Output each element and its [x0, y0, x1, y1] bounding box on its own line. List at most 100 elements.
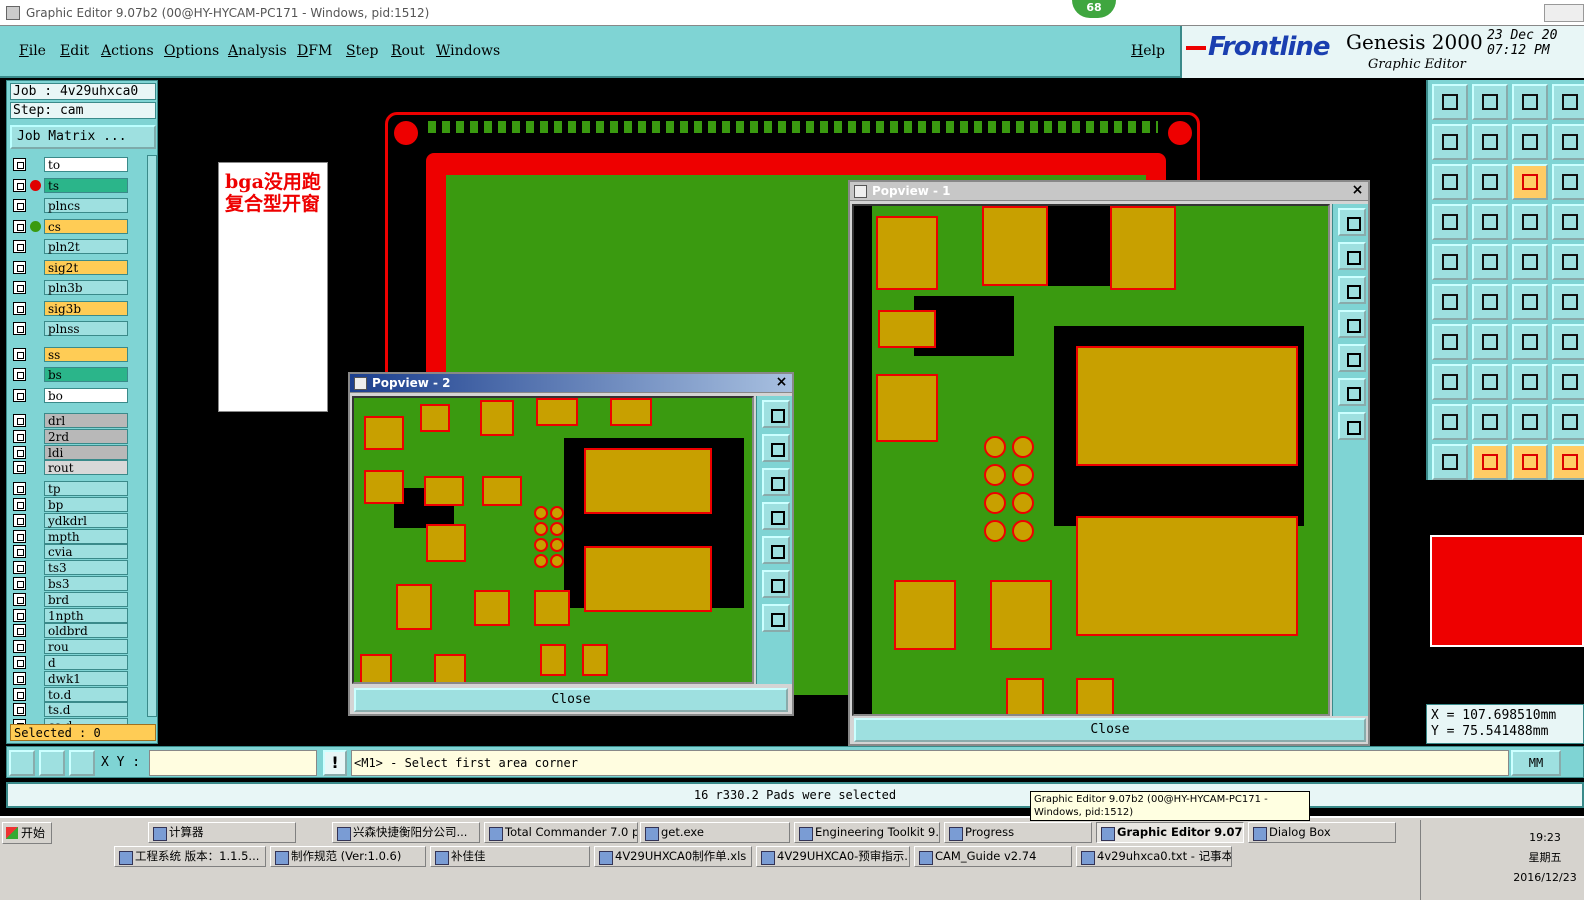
- tool-button[interactable]: [1472, 204, 1508, 240]
- layer-name[interactable]: rou: [44, 639, 128, 655]
- popview-1-window[interactable]: Popview - 1 × Close: [848, 180, 1370, 746]
- zoom-in-icon[interactable]: [1338, 208, 1366, 236]
- layer-checkbox[interactable]: [13, 624, 26, 638]
- layer-checkbox[interactable]: [13, 301, 26, 315]
- popview-1-title-bar[interactable]: Popview - 1 ×: [850, 182, 1368, 201]
- layer-name[interactable]: ts3: [44, 560, 128, 576]
- tool-button[interactable]: [1432, 204, 1468, 240]
- pan-up-icon[interactable]: [1338, 242, 1366, 270]
- layer-name[interactable]: bs: [44, 367, 128, 382]
- tool-button[interactable]: [1552, 364, 1584, 400]
- snap-mode-icon[interactable]: [9, 750, 35, 776]
- popview-2-canvas[interactable]: [352, 396, 754, 684]
- zoom-out-icon[interactable]: [1338, 378, 1366, 406]
- layer-name[interactable]: tp: [44, 481, 128, 497]
- layer-checkbox[interactable]: [13, 178, 26, 192]
- layer-checkbox[interactable]: [13, 671, 26, 685]
- taskbar-item[interactable]: 兴森快捷衡阳分公司...: [332, 822, 480, 843]
- units-button[interactable]: MM: [1511, 750, 1561, 776]
- layer-name[interactable]: pln3b: [44, 280, 128, 295]
- layer-row[interactable]: cs: [10, 218, 130, 234]
- popview-1-close-button[interactable]: Close: [854, 718, 1366, 742]
- layer-row[interactable]: to: [10, 157, 130, 172]
- tool-button[interactable]: [1472, 244, 1508, 280]
- layer-row[interactable]: ss: [10, 346, 130, 362]
- layer-name[interactable]: pln2t: [44, 239, 128, 254]
- layer-name[interactable]: to: [44, 157, 128, 172]
- layer-checkbox[interactable]: [13, 529, 26, 543]
- menu-actions[interactable]: Actions: [101, 43, 154, 59]
- layer-checkbox[interactable]: [13, 577, 26, 590]
- tool-button[interactable]: [1552, 84, 1584, 120]
- layer-row[interactable]: sig2t: [10, 259, 130, 275]
- close-icon[interactable]: ×: [774, 375, 789, 390]
- layer-row[interactable]: d: [10, 655, 130, 670]
- tool-button[interactable]: [1432, 324, 1468, 360]
- layer-row[interactable]: rou: [10, 639, 130, 655]
- taskbar-item[interactable]: Engineering Toolkit 9.0...: [794, 822, 940, 843]
- grid-icon[interactable]: [69, 750, 95, 776]
- tool-button[interactable]: [1432, 364, 1468, 400]
- popview-1-canvas[interactable]: [852, 204, 1330, 716]
- tool-button[interactable]: [1432, 284, 1468, 320]
- alert-button[interactable]: !: [323, 750, 347, 776]
- layer-row[interactable]: 2rd: [10, 428, 130, 444]
- tool-button[interactable]: [1512, 124, 1548, 160]
- menu-step[interactable]: Step: [346, 43, 378, 59]
- tool-button[interactable]: [1552, 204, 1584, 240]
- fit-view-icon[interactable]: [1338, 412, 1366, 440]
- layer-row[interactable]: plnss: [10, 321, 130, 336]
- tool-button[interactable]: [1552, 404, 1584, 440]
- pan-down-icon[interactable]: [762, 468, 790, 496]
- layer-checkbox[interactable]: [13, 461, 26, 475]
- layer-row[interactable]: drl: [10, 413, 130, 428]
- pan-right-icon[interactable]: [762, 536, 790, 564]
- layer-checkbox[interactable]: [13, 388, 26, 402]
- mini-overview[interactable]: [1430, 535, 1584, 647]
- layer-name[interactable]: cvia: [44, 544, 128, 560]
- menu-help[interactable]: Help: [1131, 43, 1165, 59]
- tool-button[interactable]: [1512, 444, 1548, 480]
- layer-checkbox[interactable]: [13, 322, 26, 335]
- layer-checkbox[interactable]: [13, 199, 26, 212]
- layer-name[interactable]: plnss: [44, 321, 128, 336]
- pan-up-icon[interactable]: [762, 434, 790, 462]
- layer-checkbox[interactable]: [13, 561, 26, 575]
- layer-row[interactable]: mpth: [10, 528, 130, 544]
- taskbar-item[interactable]: 4V29UHXCA0制作单.xls ...: [594, 846, 752, 867]
- layer-name[interactable]: d: [44, 655, 128, 670]
- tool-button[interactable]: [1512, 284, 1548, 320]
- layer-row[interactable]: bo: [10, 387, 130, 403]
- layer-checkbox[interactable]: [13, 687, 26, 701]
- tool-button[interactable]: [1432, 124, 1468, 160]
- layer-row[interactable]: brd: [10, 591, 130, 607]
- layer-checkbox[interactable]: [13, 260, 26, 274]
- menu-analysis[interactable]: Analysis: [228, 43, 287, 59]
- layer-checkbox[interactable]: [13, 608, 26, 622]
- tool-button[interactable]: [1552, 124, 1584, 160]
- layer-row[interactable]: ldi: [10, 444, 130, 460]
- layer-name[interactable]: sig3b: [44, 300, 128, 316]
- tool-button[interactable]: [1432, 84, 1468, 120]
- layer-checkbox[interactable]: [13, 281, 26, 294]
- layer-row[interactable]: rout: [10, 460, 130, 476]
- layer-name[interactable]: ts.d: [44, 702, 128, 718]
- layer-checkbox[interactable]: [13, 445, 26, 459]
- layer-checkbox[interactable]: [13, 368, 26, 381]
- tool-button[interactable]: [1552, 164, 1584, 200]
- tool-button[interactable]: [1472, 84, 1508, 120]
- taskbar-item[interactable]: 制作规范 (Ver:1.0.6): [270, 846, 426, 867]
- job-matrix-button[interactable]: Job Matrix ...: [10, 125, 156, 149]
- layer-row[interactable]: pln2t: [10, 239, 130, 254]
- layer-name[interactable]: 1npth: [44, 607, 128, 623]
- taskbar-item[interactable]: 补佳佳: [430, 846, 590, 867]
- tool-button[interactable]: [1512, 364, 1548, 400]
- layer-name[interactable]: oldbrd: [44, 623, 128, 639]
- tool-button[interactable]: [1472, 284, 1508, 320]
- tool-button[interactable]: [1552, 244, 1584, 280]
- tool-button[interactable]: [1512, 204, 1548, 240]
- layer-checkbox[interactable]: [13, 158, 26, 171]
- layer-name[interactable]: brd: [44, 591, 128, 607]
- layer-row[interactable]: ydkdrl: [10, 512, 130, 528]
- close-icon[interactable]: ×: [1350, 183, 1365, 198]
